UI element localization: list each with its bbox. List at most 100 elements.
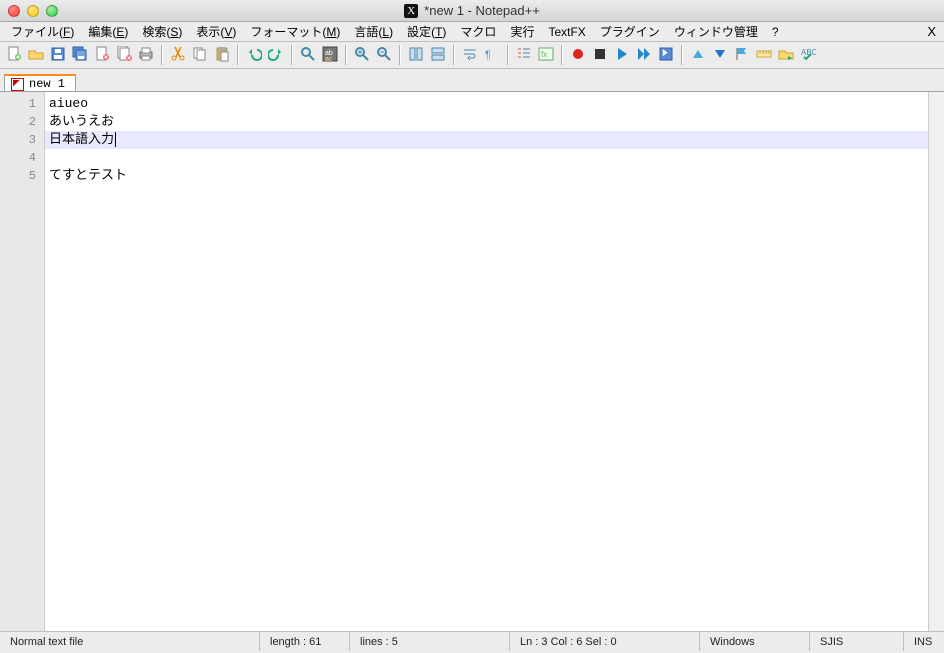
zoom-window-button[interactable] — [46, 5, 58, 17]
toolbar-separator — [345, 45, 347, 65]
menu-設定t[interactable]: 設定(T) — [400, 21, 453, 42]
line-number-gutter: 12345 — [0, 92, 45, 631]
flag-button[interactable] — [732, 45, 752, 65]
tri-down-button[interactable] — [710, 45, 730, 65]
zoom-in-icon — [354, 46, 370, 65]
status-filetype: Normal text file — [0, 632, 260, 651]
close-icon — [94, 46, 110, 65]
tab-new-1[interactable]: new 1 — [4, 74, 76, 92]
ruler-button[interactable] — [754, 45, 774, 65]
status-lines: lines : 5 — [350, 632, 510, 651]
menu-マクロ[interactable]: マクロ — [453, 21, 503, 42]
tri-up-icon — [690, 46, 706, 65]
menu-実行[interactable]: 実行 — [503, 21, 541, 42]
folder-go-button[interactable] — [776, 45, 796, 65]
find-button[interactable] — [298, 45, 318, 65]
print-button[interactable] — [136, 45, 156, 65]
text-caret — [115, 132, 116, 147]
sync-v-icon — [408, 46, 424, 65]
play-multi-button[interactable] — [634, 45, 654, 65]
close-window-button[interactable] — [8, 5, 20, 17]
play-button[interactable] — [612, 45, 632, 65]
vertical-scrollbar[interactable] — [928, 92, 944, 631]
copy-button[interactable] — [190, 45, 210, 65]
code-line[interactable]: aiueo — [45, 95, 928, 113]
folder-go-icon — [778, 46, 794, 65]
play-icon — [614, 46, 630, 65]
sync-h-icon — [430, 46, 446, 65]
stop-button[interactable] — [590, 45, 610, 65]
code-line[interactable]: あいうえお — [45, 113, 928, 131]
unsaved-file-icon — [11, 78, 24, 91]
status-length: length : 61 — [260, 632, 350, 651]
zoom-out-icon — [376, 46, 392, 65]
sync-h-button[interactable] — [428, 45, 448, 65]
code-line[interactable]: てすとテスト — [45, 167, 928, 185]
status-position: Ln : 3 Col : 6 Sel : 0 — [510, 632, 700, 651]
new-button[interactable] — [4, 45, 24, 65]
save-macro-icon — [658, 46, 674, 65]
tri-down-icon — [712, 46, 728, 65]
wrap-button[interactable] — [460, 45, 480, 65]
lang-button[interactable]: fx — [536, 45, 556, 65]
menu-表示v[interactable]: 表示(V) — [189, 21, 243, 42]
replace-icon: abac — [322, 46, 338, 65]
wrap-icon — [462, 46, 478, 65]
cut-button[interactable] — [168, 45, 188, 65]
code-area[interactable]: aiueoあいうえお日本語入力てすとテスト — [45, 92, 928, 631]
status-eol: Windows — [700, 632, 810, 651]
tri-up-button[interactable] — [688, 45, 708, 65]
toolbar: abac ¶ fx ABC — [0, 42, 944, 69]
status-bar: Normal text file length : 61 lines : 5 L… — [0, 631, 944, 651]
toolbar-separator — [453, 45, 455, 65]
undo-button[interactable] — [244, 45, 264, 65]
title-bar: X *new 1 - Notepad++ — [0, 0, 944, 22]
toolbar-separator — [561, 45, 563, 65]
save-all-button[interactable] — [70, 45, 90, 65]
line-number: 2 — [0, 113, 44, 131]
cut-icon — [170, 46, 186, 65]
code-line[interactable] — [45, 149, 928, 167]
menu-ファイルf[interactable]: ファイル(F) — [4, 21, 81, 42]
show-all-button[interactable]: ¶ — [482, 45, 502, 65]
minimize-window-button[interactable] — [27, 5, 39, 17]
menu-編集e[interactable]: 編集(E) — [81, 21, 135, 42]
line-number: 3 — [0, 131, 44, 149]
replace-button[interactable]: abac — [320, 45, 340, 65]
record-icon — [570, 46, 586, 65]
ruler-icon — [756, 46, 772, 65]
indent-guide-button[interactable] — [514, 45, 534, 65]
code-line[interactable]: 日本語入力 — [45, 131, 928, 149]
spell-button[interactable]: ABC — [798, 45, 818, 65]
tab-strip: new 1 — [0, 69, 944, 91]
sync-v-button[interactable] — [406, 45, 426, 65]
save-button[interactable] — [48, 45, 68, 65]
save-macro-button[interactable] — [656, 45, 676, 65]
lang-icon: fx — [538, 46, 554, 65]
menu-言語l[interactable]: 言語(L) — [347, 21, 400, 42]
flag-icon — [734, 46, 750, 65]
mdi-close-button[interactable]: X — [927, 24, 936, 39]
open-icon — [28, 46, 44, 65]
print-icon — [138, 46, 154, 65]
x11-icon: X — [404, 4, 418, 18]
record-button[interactable] — [568, 45, 588, 65]
menu-textfx[interactable]: TextFX — [541, 23, 592, 41]
menu-フォーマットm[interactable]: フォーマット(M) — [243, 21, 347, 42]
indent-guide-icon — [516, 46, 532, 65]
menu-ウィンドウ管理[interactable]: ウィンドウ管理 — [667, 21, 765, 42]
zoom-out-button[interactable] — [374, 45, 394, 65]
paste-button[interactable] — [212, 45, 232, 65]
close-all-button[interactable] — [114, 45, 134, 65]
svg-text:fx: fx — [541, 50, 547, 59]
line-number: 5 — [0, 167, 44, 185]
redo-button[interactable] — [266, 45, 286, 65]
close-button[interactable] — [92, 45, 112, 65]
open-button[interactable] — [26, 45, 46, 65]
menu-[interactable]: ? — [765, 23, 786, 41]
show-all-icon: ¶ — [484, 46, 500, 65]
window-controls — [0, 5, 58, 17]
menu-検索s[interactable]: 検索(S) — [135, 21, 189, 42]
zoom-in-button[interactable] — [352, 45, 372, 65]
menu-プラグイン[interactable]: プラグイン — [593, 21, 667, 42]
